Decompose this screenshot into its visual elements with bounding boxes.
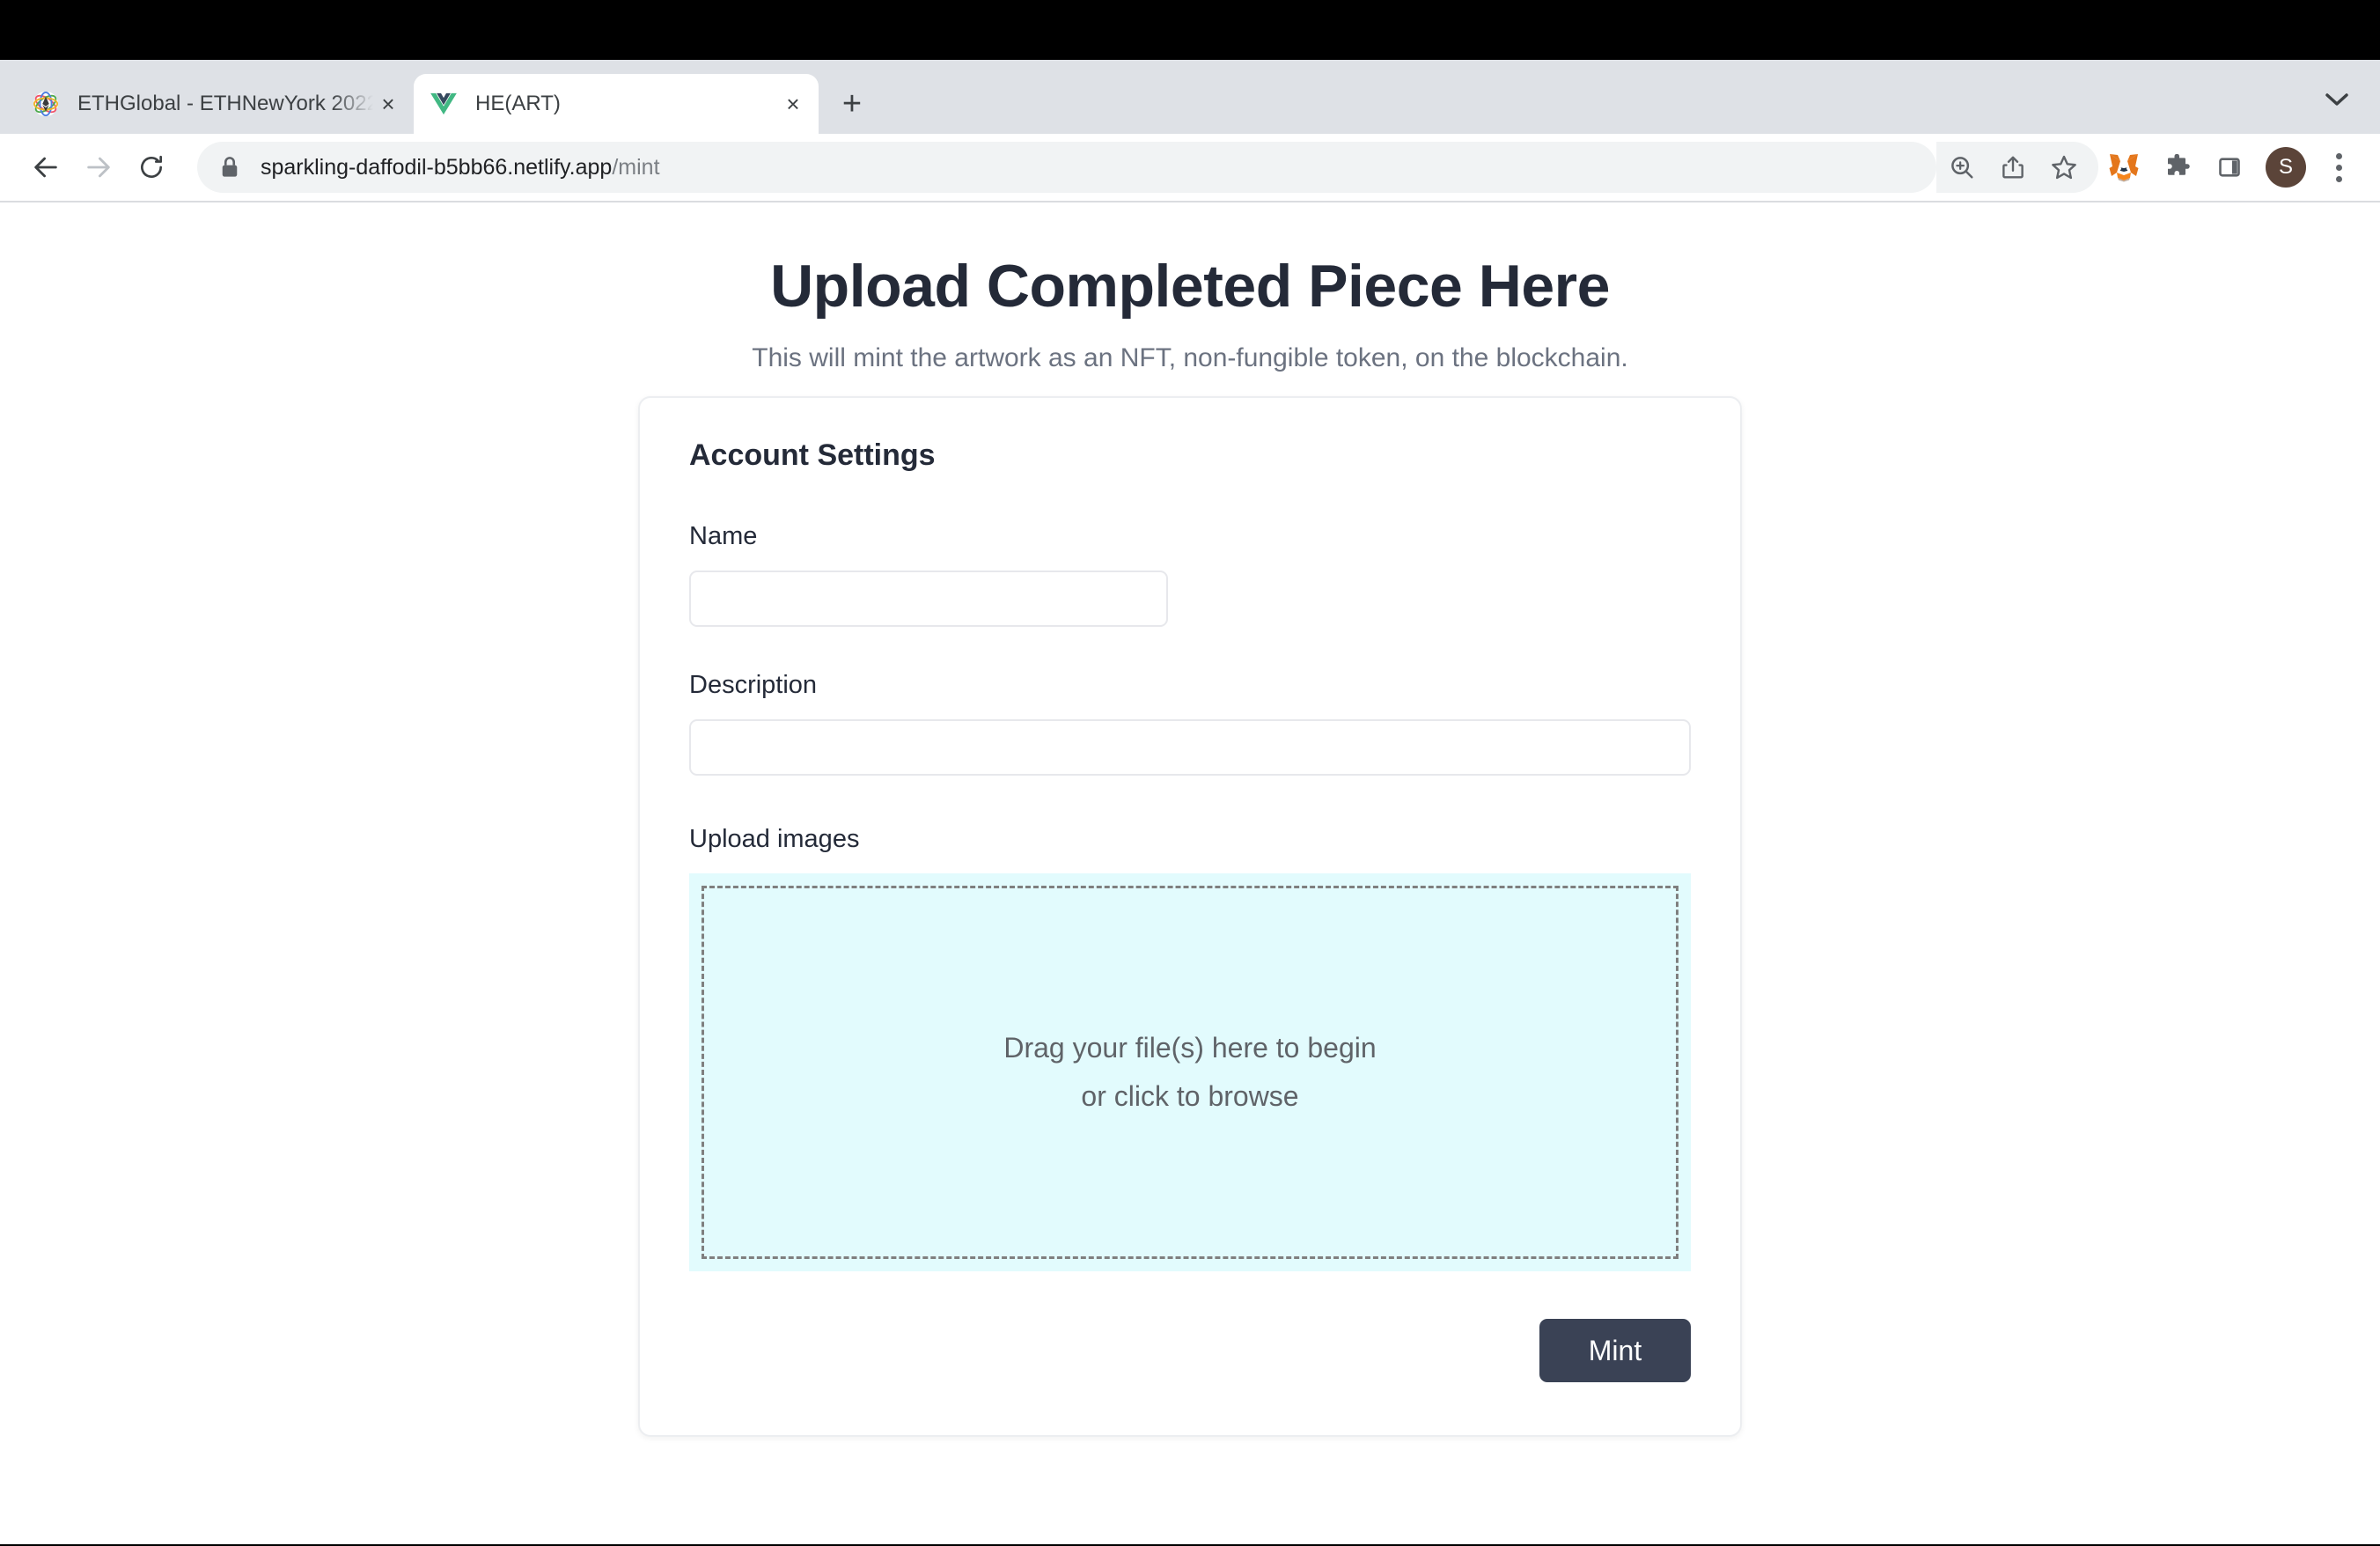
description-field-block: Description (689, 671, 1691, 777)
omnibox-trailing-actions (1936, 142, 2098, 193)
dropzone-primary-text: Drag your file(s) here to begin (1003, 1032, 1377, 1064)
chevron-down-icon[interactable] (2317, 79, 2357, 120)
lock-icon (220, 156, 241, 179)
puzzle-icon[interactable] (2151, 142, 2202, 193)
browser-tab-ethglobal[interactable]: ETHGlobal - ETHNewYork 2022 × (16, 74, 414, 134)
ethglobal-icon (32, 90, 60, 118)
web-page-viewport: Upload Completed Piece Here This will mi… (0, 202, 2380, 1544)
address-bar[interactable]: sparkling-daffodil-b5bb66.netlify.app/mi… (197, 142, 1936, 193)
description-input[interactable] (689, 719, 1691, 777)
metamask-fox-icon[interactable] (2098, 142, 2149, 193)
screen-top-bezel (0, 0, 2380, 60)
close-icon[interactable]: × (373, 89, 403, 119)
page-subtitle: This will mint the artwork as an NFT, no… (752, 343, 1628, 373)
file-dropzone-inner[interactable]: Drag your file(s) here to begin or click… (702, 886, 1678, 1260)
back-button[interactable] (19, 141, 72, 194)
browser-toolbar: sparkling-daffodil-b5bb66.netlify.app/mi… (0, 134, 2380, 202)
avatar[interactable]: S (2266, 147, 2306, 188)
zoom-in-icon[interactable] (1936, 142, 1987, 193)
close-icon[interactable]: × (778, 89, 808, 119)
url-path: /mint (612, 154, 660, 180)
vue-icon (430, 90, 458, 118)
name-input[interactable] (689, 571, 1168, 628)
browser-tab-title: HE(ART) (475, 92, 561, 115)
new-tab-button[interactable]: + (827, 79, 877, 129)
upload-images-label: Upload images (689, 825, 860, 854)
menu-dot (2335, 164, 2342, 171)
reload-button[interactable] (125, 141, 178, 194)
card-heading: Account Settings (689, 438, 936, 473)
browser-tab-heart[interactable]: HE(ART) × (414, 74, 819, 134)
url-host: sparkling-daffodil-b5bb66.netlify.app (261, 154, 613, 180)
browser-extension-actions: S (2098, 142, 2361, 193)
dropzone-secondary-text: or click to browse (1081, 1080, 1299, 1113)
address-bar-url: sparkling-daffodil-b5bb66.netlify.app/mi… (261, 155, 660, 180)
forward-button (72, 141, 125, 194)
description-label: Description (689, 671, 818, 700)
menu-dot (2335, 152, 2342, 159)
file-dropzone[interactable]: Drag your file(s) here to begin or click… (689, 873, 1691, 1272)
side-panel-icon[interactable] (2204, 142, 2255, 193)
name-label: Name (689, 522, 758, 551)
mint-button[interactable]: Mint (1539, 1319, 1691, 1383)
browser-tab-strip: ETHGlobal - ETHNewYork 2022 × HE(ART) × … (0, 60, 2380, 134)
card-footer: Mint (689, 1319, 1691, 1383)
mint-page: Upload Completed Piece Here This will mi… (0, 202, 2380, 1438)
browser-tab-title: ETHGlobal - ETHNewYork 2022 (77, 92, 373, 115)
upload-field-block: Upload images Drag your file(s) here to … (689, 825, 1691, 1272)
star-icon[interactable] (2038, 142, 2090, 193)
three-dots-icon[interactable] (2317, 142, 2361, 193)
share-icon[interactable] (1987, 142, 2038, 193)
name-field-block: Name (689, 522, 1691, 628)
account-settings-card: Account Settings Name Description Upload… (638, 396, 1742, 1438)
page-title: Upload Completed Piece Here (770, 253, 1610, 320)
menu-dot (2335, 175, 2342, 182)
